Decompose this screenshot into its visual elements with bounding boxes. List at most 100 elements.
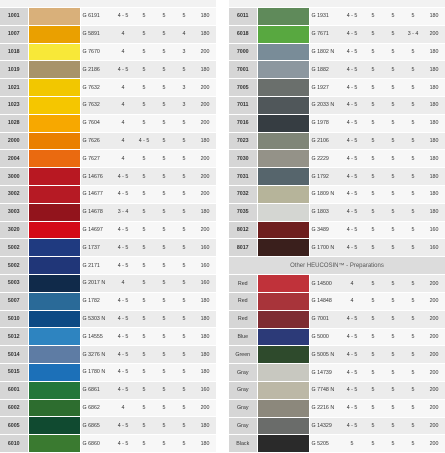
color-swatch: [27, 434, 81, 453]
rating-cell: 4 - 5: [341, 221, 363, 240]
rating-cell: 4: [112, 78, 134, 97]
table-row: Red G 7001 4 - 5 5 5 5 200: [229, 310, 445, 329]
rating-cell: 5: [383, 25, 403, 44]
g-reference: G 7627: [80, 149, 112, 169]
rating-cell: 180: [423, 203, 445, 222]
header-cell: [423, 0, 445, 8]
table-row: Gray G 14739 4 - 5 5 5 5 200: [229, 363, 445, 382]
rating-cell: 5: [134, 292, 154, 311]
g-reference: G 1809 N: [309, 185, 341, 204]
rating-cell: 180: [194, 363, 216, 382]
g-reference: G 1802 N: [309, 43, 341, 62]
color-swatch: [256, 363, 310, 382]
rating-cell: 5: [174, 167, 194, 186]
header-cell: [229, 0, 257, 8]
g-reference: G 1978: [309, 114, 341, 133]
header-cell: [194, 0, 216, 8]
table-row: 8017 G 1700 N4 - 5 5 5 5 160: [229, 238, 445, 258]
header-cell: [28, 0, 80, 8]
rating-cell: 4 - 5: [341, 328, 363, 347]
rating-cell: 200: [423, 25, 445, 44]
rating-cell: 4 - 5: [341, 399, 363, 418]
color-swatch: [27, 399, 81, 418]
rating-cell: 5: [403, 381, 423, 400]
rating-cell: 5: [403, 7, 423, 26]
rating-cell: 5: [134, 96, 154, 115]
rating-cell: 4: [112, 96, 134, 115]
rating-cell: 5: [403, 274, 423, 293]
rating-cell: 4: [341, 274, 363, 293]
rating-cell: 5: [134, 238, 154, 258]
g-reference: G 2106: [309, 132, 341, 151]
rating-cell: 5: [134, 310, 154, 329]
rating-cell: 5: [383, 345, 403, 365]
rating-cell: 5: [383, 310, 403, 329]
rating-cell: 5: [154, 238, 174, 258]
color-swatch: [27, 185, 81, 204]
rating-cell: 5: [363, 185, 383, 204]
color-code: 7005: [229, 78, 257, 97]
color-code: 5007: [0, 292, 28, 311]
rating-cell: 160: [194, 238, 216, 258]
rating-cell: 5: [403, 292, 423, 311]
table-row: Green G 5005 N4 - 5 5 5 5 200: [229, 345, 445, 365]
table-row: 3002 G 14677 4 - 5 5 5 5 200: [0, 185, 216, 204]
rating-cell: 4 - 5: [112, 167, 134, 186]
rating-cell: 160: [194, 256, 216, 275]
rating-cell: 5: [363, 25, 383, 44]
color-swatch: [27, 292, 81, 311]
rating-cell: 5: [363, 381, 383, 400]
rating-cell: 4 - 5: [341, 381, 363, 400]
rating-cell: 4 - 5: [112, 7, 134, 26]
table-row: 5002 G 1737 4 - 5 5 5 5 160: [0, 238, 216, 258]
left-color-table: 1001 G 6191 4 - 5 5 5 5 180 1007 G 5891 4 5 5 4 180 10…: [0, 0, 216, 453]
rating-cell: 5: [403, 185, 423, 204]
rating-cell: 5: [403, 417, 423, 436]
color-code: 5003: [0, 274, 28, 293]
rating-cell: 5: [154, 167, 174, 186]
color-code: 5010: [0, 310, 28, 329]
rating-cell: 5: [403, 345, 423, 365]
left-header-row: [0, 0, 216, 8]
rating-cell: 4: [112, 399, 134, 418]
table-row: 6011 G 1931 4 - 5 5 5 5 180: [229, 7, 445, 26]
rating-cell: 5: [403, 221, 423, 240]
rating-cell: 200: [194, 96, 216, 115]
color-swatch: [256, 149, 310, 169]
g-reference: G 14500: [309, 274, 341, 293]
g-reference: G 5891: [80, 25, 112, 44]
color-swatch: [27, 43, 81, 62]
rating-cell: 180: [423, 96, 445, 115]
table-row: 7005 G 1927 4 - 5 5 5 5 180: [229, 78, 445, 97]
color-swatch: [27, 25, 81, 44]
color-code: 6010: [0, 434, 28, 453]
rating-cell: 200: [423, 381, 445, 400]
table-row: Gray G 14329 4 - 5 5 5 5 200: [229, 417, 445, 436]
color-code: Black: [229, 434, 257, 453]
g-reference: G 5205: [309, 434, 341, 453]
rating-cell: 4: [112, 132, 134, 151]
rating-cell: 180: [194, 327, 216, 347]
rating-cell: 5: [363, 78, 383, 97]
rating-cell: 5: [134, 25, 154, 44]
color-code: Red: [229, 310, 257, 329]
color-code: Gray: [229, 381, 257, 400]
rating-cell: 180: [194, 25, 216, 44]
rating-cell: 5: [134, 7, 154, 26]
rating-cell: 5: [154, 7, 174, 26]
header-cell: [0, 0, 28, 8]
rating-cell: 5: [134, 185, 154, 204]
rating-cell: 5: [134, 416, 154, 436]
color-swatch: [27, 310, 81, 329]
rating-cell: 5: [154, 25, 174, 44]
rating-cell: 5: [134, 78, 154, 97]
rating-cell: 5: [154, 256, 174, 275]
color-code: Gray: [229, 363, 257, 382]
g-reference: G 1780 N: [80, 363, 112, 382]
rating-cell: 5: [174, 60, 194, 80]
color-code: Blue: [229, 328, 257, 347]
table-row: 5002 G 2171 4 - 5 5 5 5 160: [0, 256, 216, 275]
rating-cell: 3 - 4: [112, 203, 134, 222]
color-code: 6011: [229, 7, 257, 26]
rating-cell: 5: [383, 434, 403, 453]
